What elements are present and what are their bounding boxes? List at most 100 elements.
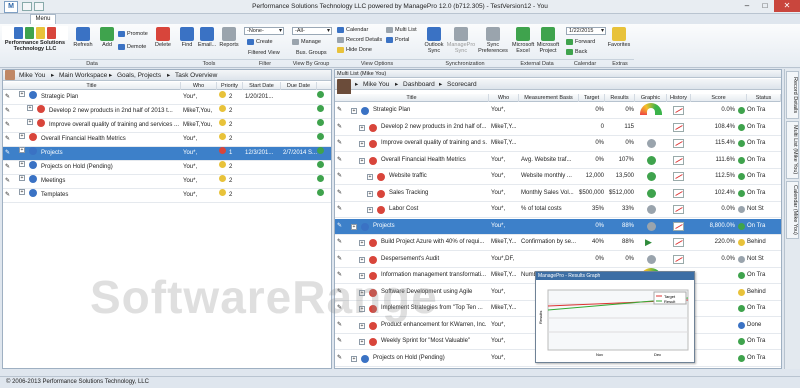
table-row[interactable]: ✎ + Templates You*, 2 bbox=[3, 189, 331, 203]
add-button[interactable]: Add bbox=[97, 27, 117, 48]
expand-icon[interactable]: + bbox=[359, 256, 365, 263]
edit-icon[interactable]: ✎ bbox=[337, 186, 345, 201]
history-chart-icon[interactable] bbox=[673, 139, 684, 148]
col-results[interactable]: Results bbox=[605, 94, 635, 102]
breadcrumb-workspace[interactable]: Main Workspace bbox=[59, 70, 107, 81]
edit-icon[interactable]: ✎ bbox=[337, 334, 345, 349]
edit-icon[interactable]: ✎ bbox=[337, 235, 345, 250]
outlook-sync-button[interactable]: Outlook Sync bbox=[423, 27, 445, 54]
table-row[interactable]: ✎ + Improve overall quality of training an… bbox=[3, 119, 331, 133]
edit-icon[interactable]: ✎ bbox=[5, 133, 13, 146]
col-target[interactable]: Target bbox=[579, 94, 605, 102]
email-button[interactable]: Email... bbox=[197, 27, 217, 48]
table-row[interactable]: ✎ + Projects You*, 1 12/3/201... 2/7/2014 S... bbox=[3, 147, 331, 161]
table-row[interactable]: ✎ + Build Project Azure with 40% of requi.… bbox=[335, 235, 781, 251]
table-row[interactable]: ✎ + Overall Financial Health Metrics You*, A… bbox=[335, 153, 781, 169]
edit-icon[interactable]: ✎ bbox=[5, 161, 13, 174]
project-button[interactable]: Microsoft Project bbox=[536, 27, 560, 54]
close-button[interactable]: ✕ bbox=[774, 0, 800, 12]
edit-icon[interactable]: ✎ bbox=[337, 318, 345, 333]
breadcrumb-user[interactable]: Mike You bbox=[363, 79, 389, 90]
favorites-button[interactable]: Favorites bbox=[606, 27, 632, 48]
history-chart-icon[interactable] bbox=[673, 205, 684, 214]
col-history[interactable]: History bbox=[667, 94, 691, 102]
expand-icon[interactable]: + bbox=[19, 189, 25, 195]
breadcrumb-task-overview[interactable]: Task Overview bbox=[175, 70, 217, 81]
table-row[interactable]: ✎ + Projects on Hold (Pending) You*, 2 bbox=[3, 161, 331, 175]
edit-icon[interactable]: ✎ bbox=[337, 136, 345, 151]
table-row[interactable]: ✎ + Strategic Plan You*, 2 1/20/201... bbox=[3, 91, 331, 105]
expand-icon[interactable]: + bbox=[19, 133, 25, 139]
calendar-button[interactable]: Calendar bbox=[337, 26, 368, 34]
table-row[interactable]: ✎ + Develop 2 new products in 2nd half of.… bbox=[335, 120, 781, 136]
breadcrumb-dashboard[interactable]: Dashboard bbox=[403, 79, 435, 90]
history-chart-icon[interactable] bbox=[673, 155, 684, 165]
table-row[interactable]: ✎ + Despersement's Audit You*,DF, 0% 0% 0.0% No… bbox=[335, 252, 781, 268]
multi-list-button[interactable]: Multi List bbox=[386, 26, 417, 34]
table-row[interactable]: ✎ + Sales Tracking You*, Monthly Sales Vol..… bbox=[335, 186, 781, 202]
delete-button[interactable]: Delete bbox=[153, 27, 173, 48]
expand-icon[interactable]: + bbox=[359, 141, 365, 147]
create-filter-button[interactable]: Create bbox=[247, 38, 273, 46]
date-picker[interactable]: 1/22/2015 bbox=[566, 27, 606, 35]
edit-icon[interactable]: ✎ bbox=[337, 285, 345, 300]
table-row[interactable]: ✎ + Website traffic You*, Website monthly ..… bbox=[335, 169, 781, 185]
col-score[interactable]: Score bbox=[691, 94, 747, 102]
expand-icon[interactable]: + bbox=[359, 157, 365, 164]
history-chart-icon[interactable] bbox=[673, 172, 684, 181]
edit-icon[interactable]: ✎ bbox=[337, 103, 345, 118]
expand-icon[interactable]: + bbox=[351, 223, 357, 230]
breadcrumb-user[interactable]: Mike You bbox=[19, 70, 45, 81]
tab-calendar[interactable]: Calendar (Mike You) bbox=[786, 181, 799, 239]
excel-button[interactable]: Microsoft Excel bbox=[512, 27, 534, 54]
edit-icon[interactable]: ✎ bbox=[5, 189, 13, 202]
table-row[interactable]: ✎ + Meetings You*, 2 bbox=[3, 175, 331, 189]
sync-preferences-button[interactable]: Sync Preferences bbox=[478, 27, 508, 54]
edit-icon[interactable]: ✎ bbox=[337, 153, 345, 168]
edit-icon[interactable]: ✎ bbox=[337, 219, 345, 234]
back-button[interactable]: Back bbox=[566, 48, 587, 56]
maximize-button[interactable]: □ bbox=[756, 0, 774, 12]
table-row[interactable]: ✎ + Strategic Plan You*, 0% 0% 0.0% On Tra bbox=[335, 103, 781, 119]
table-row[interactable]: ✎ + Improve overall quality of training an… bbox=[335, 136, 781, 152]
col-graphic[interactable]: Graphic bbox=[635, 94, 667, 102]
group-select[interactable]: -All- bbox=[292, 27, 332, 35]
edit-icon[interactable]: ✎ bbox=[337, 301, 345, 316]
tab-multi-list[interactable]: Multi List (Mike You) bbox=[786, 121, 799, 179]
edit-icon[interactable]: ✎ bbox=[5, 119, 13, 132]
edit-icon[interactable]: ✎ bbox=[5, 175, 13, 188]
demote-button[interactable]: Demote bbox=[118, 43, 146, 51]
expand-icon[interactable]: + bbox=[359, 322, 365, 329]
history-chart-icon[interactable] bbox=[673, 238, 684, 247]
expand-icon[interactable]: + bbox=[19, 161, 25, 167]
tab-menu[interactable]: Menu bbox=[30, 14, 56, 24]
expand-icon[interactable]: + bbox=[27, 119, 33, 125]
col-title[interactable]: Title bbox=[3, 82, 181, 90]
edit-icon[interactable]: ✎ bbox=[337, 120, 345, 135]
edit-icon[interactable]: ✎ bbox=[337, 169, 345, 184]
col-start-date[interactable]: Start Date bbox=[243, 82, 281, 90]
portal-button[interactable]: Portal bbox=[386, 36, 409, 44]
col-who[interactable]: Who bbox=[489, 94, 519, 102]
refresh-button[interactable]: Refresh bbox=[72, 27, 94, 48]
breadcrumb-goals[interactable]: Goals, Projects bbox=[117, 70, 161, 81]
forward-button[interactable]: Forward bbox=[566, 38, 595, 46]
hide-done-button[interactable]: Hide Done bbox=[337, 46, 372, 54]
table-row[interactable]: ✎ + Projects You*, 0% 88% 8,800.0% On Tra bbox=[335, 218, 781, 235]
edit-icon[interactable]: ✎ bbox=[337, 252, 345, 267]
history-chart-icon[interactable] bbox=[673, 254, 684, 264]
col-measurement-basis[interactable]: Measurement Basis bbox=[519, 94, 579, 102]
history-chart-icon[interactable] bbox=[673, 122, 684, 132]
expand-icon[interactable]: + bbox=[19, 147, 25, 153]
history-chart-icon[interactable] bbox=[673, 221, 684, 231]
history-chart-icon[interactable] bbox=[673, 106, 684, 115]
col-status[interactable]: Status bbox=[747, 94, 781, 102]
reports-button[interactable]: Reports bbox=[218, 27, 240, 48]
expand-icon[interactable]: + bbox=[27, 105, 33, 111]
expand-icon[interactable]: + bbox=[359, 124, 365, 131]
edit-icon[interactable]: ✎ bbox=[337, 268, 345, 283]
manage-button[interactable]: Manage bbox=[292, 38, 321, 46]
record-details-button[interactable]: Record Details bbox=[337, 36, 382, 44]
expand-icon[interactable]: + bbox=[359, 306, 365, 312]
table-row[interactable]: ✎ + Labor Cost You*, % of total costs 35% 33% 0… bbox=[335, 202, 781, 218]
